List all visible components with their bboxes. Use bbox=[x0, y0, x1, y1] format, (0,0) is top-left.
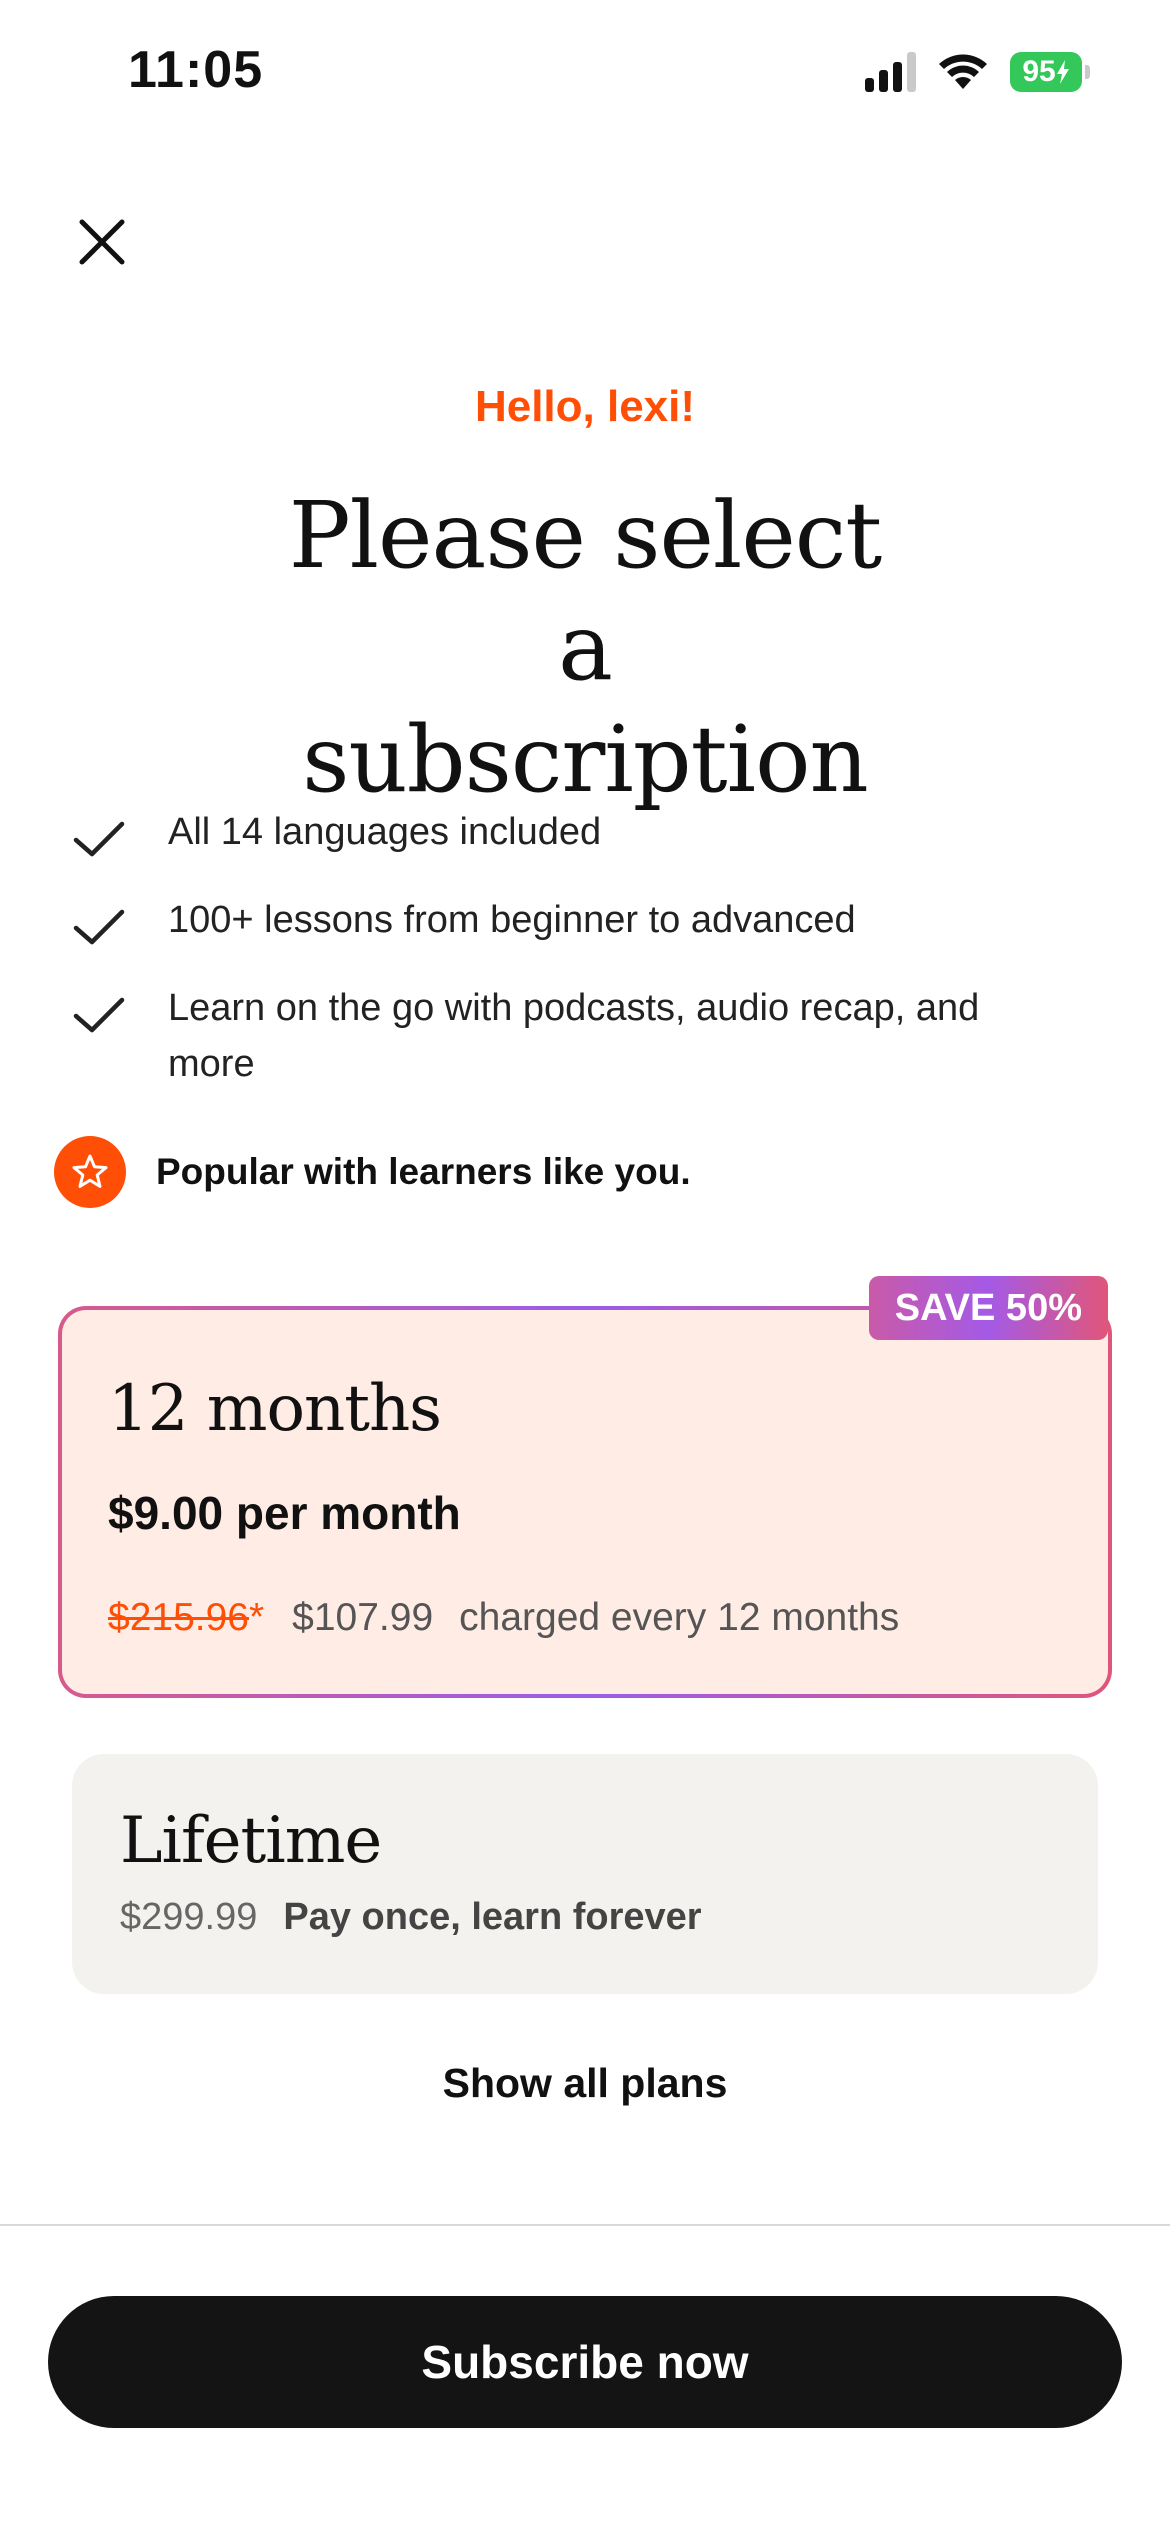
plan-billing-row: $215.96 * $107.99 charged every 12 months bbox=[108, 1596, 899, 1640]
save-badge: SAVE 50% bbox=[868, 1276, 1108, 1340]
close-icon bbox=[79, 219, 125, 265]
feature-item: Learn on the go with podcasts, audio rec… bbox=[70, 980, 1008, 1092]
sale-price: $107.99 bbox=[292, 1596, 434, 1639]
plan-card-body: 12 months $9.00 per month $215.96 * $107.… bbox=[62, 1310, 1108, 1694]
battery-charging-icon: 95 bbox=[1010, 52, 1090, 92]
bolt-icon bbox=[1056, 60, 1069, 84]
greeting: Hello, lexi! bbox=[474, 382, 696, 431]
feature-item: 100+ lessons from beginner to advanced bbox=[70, 892, 1028, 956]
status-icons: 95 bbox=[865, 52, 1090, 92]
show-all-plans-link[interactable]: Show all plans bbox=[0, 2060, 1170, 2107]
popular-callout: Popular with learners like you. bbox=[54, 1136, 691, 1208]
plan-name: 12 months bbox=[108, 1372, 442, 1446]
plan-card-lifetime[interactable]: Lifetime $299.99 Pay once, learn forever bbox=[72, 1754, 1098, 1994]
feature-text: All 14 languages included bbox=[168, 811, 602, 853]
divider bbox=[0, 2224, 1170, 2226]
plan-name: Lifetime bbox=[120, 1804, 382, 1878]
battery-percent: 95 bbox=[1022, 55, 1056, 88]
checkmark-icon bbox=[73, 997, 125, 1033]
billing-frequency: charged every 12 months bbox=[459, 1596, 900, 1639]
plan-card-12-months[interactable]: 12 months $9.00 per month $215.96 * $107.… bbox=[58, 1306, 1112, 1698]
feature-item: All 14 languages included bbox=[70, 804, 1028, 868]
feature-text: 100+ lessons from beginner to advanced bbox=[168, 899, 856, 941]
page-title: Please select a subscription bbox=[0, 480, 1170, 816]
wifi-icon bbox=[939, 54, 987, 89]
plan-monthly-price: $9.00 per month bbox=[108, 1487, 461, 1539]
plan-price-row: $299.99 Pay once, learn forever bbox=[120, 1896, 702, 1939]
feature-text: Learn on the go with podcasts, audio rec… bbox=[168, 987, 980, 1085]
checkmark-icon bbox=[73, 821, 125, 857]
lifetime-tagline: Pay once, learn forever bbox=[283, 1896, 702, 1938]
checkmark-icon bbox=[73, 909, 125, 945]
page-title-text: Please select a subscription bbox=[288, 482, 883, 813]
original-price: $215.96 bbox=[108, 1596, 249, 1639]
lifetime-price: $299.99 bbox=[120, 1896, 258, 1938]
battery-level: 95 bbox=[1010, 52, 1082, 92]
price-asterisk: * bbox=[248, 1596, 265, 1639]
status-time: 11:05 bbox=[128, 41, 264, 99]
subscribe-button[interactable]: Subscribe now bbox=[48, 2296, 1122, 2428]
close-button[interactable] bbox=[70, 210, 134, 274]
popular-text: Popular with learners like you. bbox=[156, 1151, 691, 1192]
star-icon bbox=[54, 1136, 126, 1208]
battery-cap bbox=[1085, 65, 1090, 79]
cellular-signal-icon bbox=[865, 52, 916, 92]
